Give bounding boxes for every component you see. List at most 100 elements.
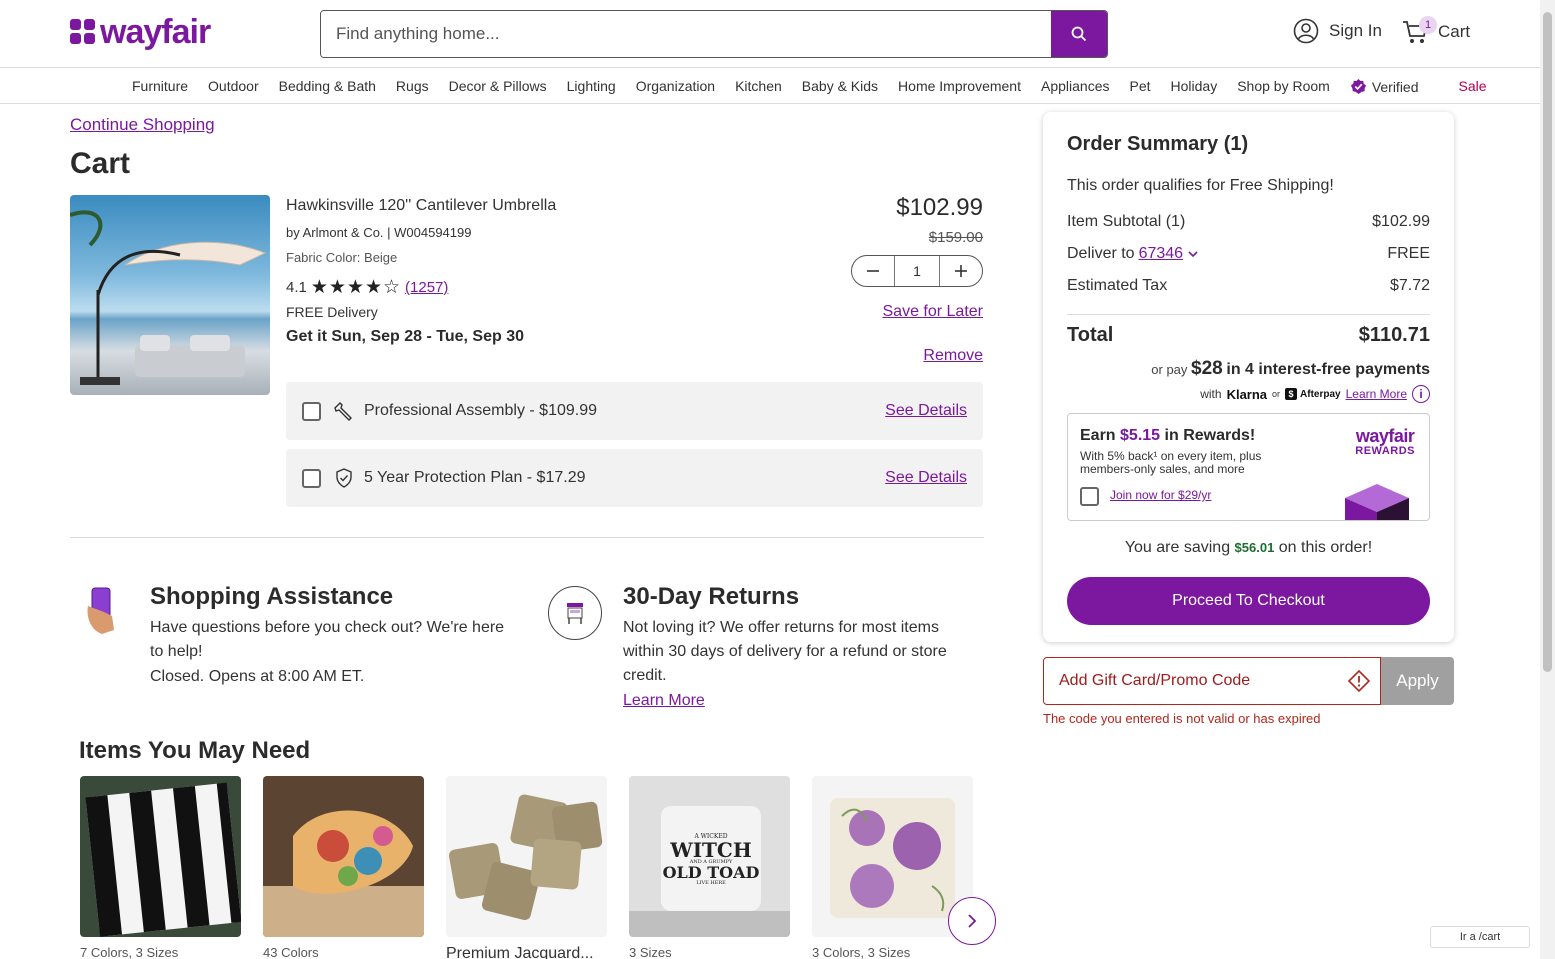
recommendation-card[interactable]: Premium Jacquard... [446, 776, 607, 959]
nav-item-rugs[interactable]: Rugs [396, 78, 429, 95]
nav-item-shop-by-room[interactable]: Shop by Room [1237, 78, 1330, 95]
rewards-suffix: in Rewards! [1164, 427, 1256, 444]
assistance-title: Shopping Assistance [150, 583, 394, 610]
nav-item-appliances[interactable]: Appliances [1041, 78, 1110, 95]
nav-item-pet[interactable]: Pet [1129, 78, 1150, 95]
total-label: Total [1067, 324, 1114, 346]
decrease-quantity-button[interactable] [852, 256, 894, 286]
error-icon [1348, 670, 1370, 692]
recommendation-card[interactable]: 7 Colors, 3 Sizes [80, 776, 241, 959]
reviews-link[interactable]: (1257) [405, 279, 448, 296]
continue-shopping-link[interactable]: Continue Shopping [70, 115, 215, 135]
tax-label: Estimated Tax [1067, 277, 1168, 294]
rewards-logo-sub: REWARDS [1355, 445, 1415, 457]
remove-link[interactable]: Remove [923, 347, 983, 365]
protection-see-details-link[interactable]: See Details [885, 469, 967, 487]
recommendation-card[interactable]: 43 Colors [263, 776, 424, 959]
nav-item-sale[interactable]: Sale [1459, 78, 1487, 95]
rewards-earn: Earn [1080, 427, 1116, 444]
rewards-body: With 5% back¹ on every item, plus member… [1080, 449, 1262, 476]
promo-placeholder: Add Gift Card/Promo Code [1059, 672, 1251, 689]
page-scrollbar[interactable] [1540, 0, 1555, 959]
payment-providers: with Klarna or $ Afterpay Learn More i [1200, 385, 1430, 403]
rewards-box: Earn $5.15 in Rewards! With 5% back¹ on … [1067, 413, 1430, 521]
returns-learn-more-link[interactable]: Learn More [623, 692, 705, 710]
assembly-see-details-link[interactable]: See Details [885, 402, 967, 420]
site-header: wayfair Sign In 1 Cart [0, 0, 1540, 68]
witch-pillow-text-4: OLD TOAD [662, 863, 760, 882]
recommendation-card[interactable]: A WICKED WITCH AND A GRUMPY OLD TOAD LIV… [629, 776, 790, 959]
nav-items: Furniture Outdoor Bedding & Bath Rugs De… [132, 78, 1507, 95]
wayfair-logo[interactable]: wayfair [70, 14, 211, 50]
nav-item-verified[interactable]: Verified [1350, 78, 1439, 95]
nav-item-holiday[interactable]: Holiday [1171, 78, 1218, 95]
apply-promo-button[interactable]: Apply [1381, 657, 1454, 705]
scrollbar-thumb[interactable] [1543, 12, 1552, 672]
nav-item-furniture[interactable]: Furniture [132, 78, 188, 95]
nav-item-decor-pillows[interactable]: Decor & Pillows [449, 78, 547, 95]
nav-item-outdoor[interactable]: Outdoor [208, 78, 259, 95]
nav-item-bedding-bath[interactable]: Bedding & Bath [279, 78, 376, 95]
afterpay-icon: $ [1285, 388, 1298, 400]
rewards-checkbox[interactable] [1080, 487, 1099, 506]
search-input[interactable] [321, 11, 1051, 57]
category-nav: Furniture Outdoor Bedding & Bath Rugs De… [0, 69, 1540, 104]
product-brand-sku: by Arlmont & Co. | W004594199 [286, 225, 472, 240]
product-old-price: $159.00 [928, 229, 983, 246]
carousel-next-button[interactable] [948, 897, 996, 945]
addon-assembly: Professional Assembly - $109.99 See Deta… [286, 382, 983, 440]
cart-button[interactable]: 1 Cart [1401, 16, 1471, 46]
nav-item-organization[interactable]: Organization [636, 78, 715, 95]
delivery-label: FREE Delivery [286, 304, 378, 320]
pay-with: with [1200, 387, 1222, 401]
info-icon[interactable]: i [1412, 385, 1430, 403]
shield-icon [333, 467, 355, 489]
tax-value: $7.72 [1389, 277, 1430, 294]
rewards-join-link[interactable]: Join now for $29/yr [1110, 488, 1211, 502]
verified-label: Verified [1371, 78, 1419, 95]
rewards-amount: $5.15 [1120, 427, 1161, 444]
umbrella-illustration [70, 210, 267, 385]
wrench-icon [333, 400, 355, 422]
increase-quantity-button[interactable] [940, 256, 982, 286]
zip-code-link[interactable]: 67346 [1139, 245, 1184, 263]
protection-label: 5 Year Protection Plan - $17.29 [364, 469, 586, 486]
status-url-tooltip: Ir a /cart [1430, 926, 1530, 948]
nav-item-home-improvement[interactable]: Home Improvement [898, 78, 1021, 95]
search-icon [1071, 26, 1087, 42]
paisley-pillow-image [263, 776, 424, 937]
order-summary: Order Summary (1) This order qualifies f… [1043, 112, 1454, 642]
assembly-checkbox[interactable] [302, 401, 321, 421]
summary-title: Order Summary (1) [1067, 133, 1249, 155]
rewards-title: Earn $5.15 in Rewards! [1080, 427, 1255, 445]
nav-item-kitchen[interactable]: Kitchen [735, 78, 782, 95]
promo-error-message: The code you entered is not valid or has… [1043, 711, 1321, 726]
product-fabric: Fabric Color: Beige [286, 250, 398, 265]
sign-in-button[interactable]: Sign In [1293, 18, 1382, 44]
pay-or: or [1272, 389, 1281, 399]
product-name[interactable]: Hawkinsville 120'' Cantilever Umbrella [286, 197, 556, 215]
save-for-later-link[interactable]: Save for Later [883, 303, 984, 321]
product-image[interactable] [70, 195, 270, 395]
promo-code-input[interactable]: Add Gift Card/Promo Code [1043, 657, 1381, 705]
item-meta: Premium Jacquard... [446, 945, 594, 959]
search-button[interactable] [1051, 11, 1107, 57]
addon-protection: 5 Year Protection Plan - $17.29 See Deta… [286, 449, 983, 507]
proceed-to-checkout-button[interactable]: Proceed To Checkout [1067, 577, 1430, 625]
chevron-down-icon[interactable] [1187, 248, 1199, 260]
witch-pillow-text-2: WITCH [670, 838, 752, 862]
recommendation-card[interactable]: 3 Colors, 3 Sizes [812, 776, 973, 959]
assistance-hours: Closed. Opens at 8:00 AM ET. [150, 668, 365, 685]
assistance-body: Have questions before you check out? We'… [150, 619, 505, 660]
protection-checkbox[interactable] [302, 468, 321, 488]
nav-item-baby-kids[interactable]: Baby & Kids [802, 78, 878, 95]
delivery-date: Get it Sun, Sep 28 - Tue, Sep 30 [286, 328, 524, 345]
assembly-label: Professional Assembly - $109.99 [364, 402, 598, 419]
quantity-input[interactable]: 1 [894, 256, 940, 286]
saving-suffix: on this order! [1278, 539, 1373, 556]
product-rating: 4.1 ★★★★☆ (1257) [286, 276, 448, 299]
payments-learn-more-link[interactable]: Learn More [1346, 387, 1407, 401]
cart-label: Cart [1438, 22, 1471, 41]
tan-pillows-image [446, 776, 607, 937]
nav-item-lighting[interactable]: Lighting [567, 78, 616, 95]
